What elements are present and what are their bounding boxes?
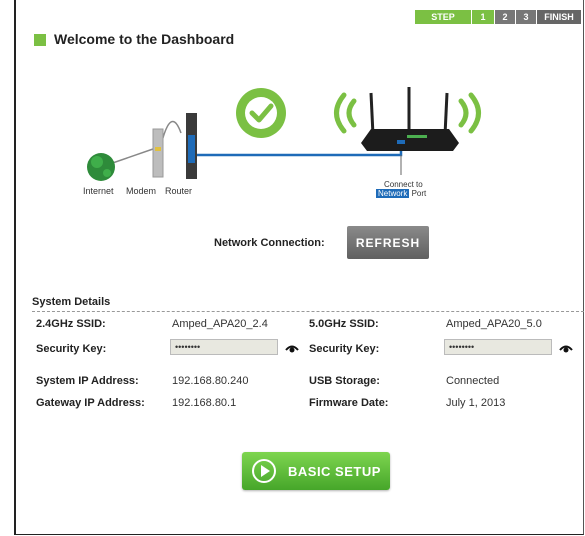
play-icon	[252, 459, 276, 483]
globe-icon	[87, 153, 115, 181]
system-details-heading: System Details	[32, 296, 111, 308]
step-2[interactable]: 2	[495, 10, 515, 24]
page-title: Welcome to the Dashboard	[54, 31, 235, 47]
refresh-button[interactable]: REFRESH	[347, 226, 429, 259]
firmware-date-value: July 1, 2013	[446, 397, 506, 409]
firmware-date-label: Firmware Date:	[309, 397, 389, 409]
security-key-5-label: Security Key:	[309, 343, 380, 355]
basic-setup-label: BASIC SETUP	[288, 463, 381, 479]
title-marker	[34, 34, 46, 46]
router-label: Router	[165, 186, 193, 196]
system-ip-label: System IP Address:	[36, 375, 139, 387]
step-1[interactable]: 1	[472, 10, 494, 24]
basic-setup-button[interactable]: BASIC SETUP	[242, 452, 390, 490]
step-3[interactable]: 3	[516, 10, 536, 24]
gateway-ip-label: Gateway IP Address:	[36, 397, 145, 409]
divider	[32, 311, 585, 312]
modem-label: Modem	[126, 186, 157, 196]
port-text: Port	[411, 189, 427, 198]
step-label: STEP	[415, 10, 471, 24]
network-connection-label: Network Connection:	[214, 237, 325, 249]
ssid24-value: Amped_APA20_2.4	[172, 318, 268, 330]
ssid5-label: 5.0GHz SSID:	[309, 318, 379, 330]
router-icon	[186, 113, 197, 179]
internet-label: Internet	[83, 186, 114, 196]
usb-storage-label: USB Storage:	[309, 375, 380, 387]
network-badge: Network	[376, 189, 410, 198]
system-ip-value: 192.168.80.240	[172, 375, 249, 387]
gateway-ip-value: 192.168.80.1	[172, 397, 237, 409]
security-key-24-field[interactable]: ••••••••	[170, 339, 278, 355]
connect-to-text: Connect to	[384, 180, 423, 189]
check-icon	[236, 88, 286, 138]
usb-storage-value: Connected	[446, 375, 500, 387]
security-key-24-label: Security Key:	[36, 343, 107, 355]
ssid24-label: 2.4GHz SSID:	[36, 318, 106, 330]
ssid5-value: Amped_APA20_5.0	[446, 318, 542, 330]
show-key-5-icon[interactable]	[559, 344, 573, 354]
security-key-5-field[interactable]: ••••••••	[444, 339, 552, 355]
connect-to-label: Connect to Network Port	[376, 180, 426, 198]
modem-icon	[152, 128, 164, 178]
show-key-24-icon[interactable]	[285, 344, 299, 354]
step-finish[interactable]: FINISH	[537, 10, 581, 24]
wizard-steps: STEP 1 2 3 FINISH	[415, 10, 581, 24]
access-point-icon	[361, 87, 459, 151]
